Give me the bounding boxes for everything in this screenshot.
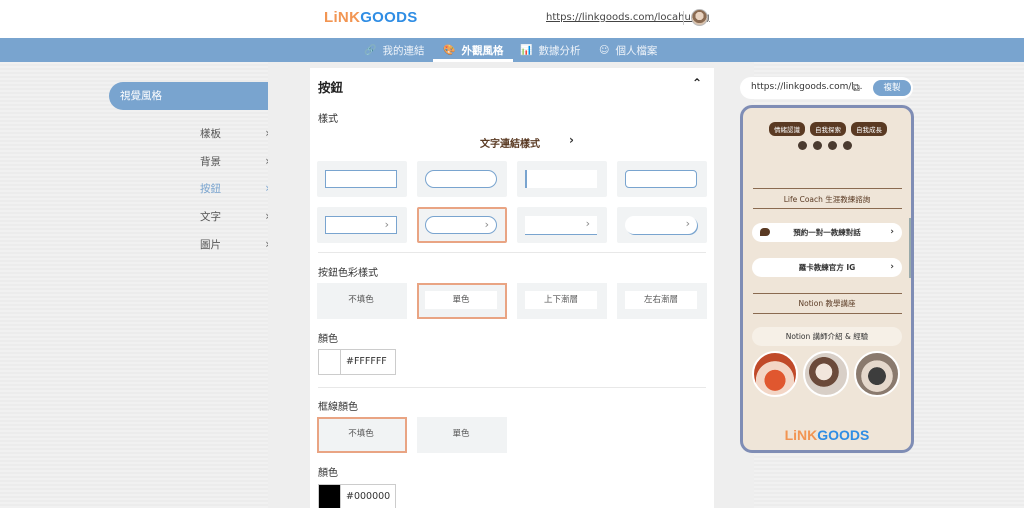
main-nav: 🔗 我的連結 🎨 外觀風格 📊 數據分析 ☺ 個人檔案 <box>0 38 1024 62</box>
text-link-style-option[interactable]: 文字連結樣式 <box>480 135 540 150</box>
chevron-right-icon: › <box>890 227 894 237</box>
top-header: LiNKGOODS https://linkgoods.com/locahuan… <box>0 0 1024 38</box>
sidebar-item-text[interactable]: 文字› <box>200 206 270 226</box>
preview-photo[interactable] <box>803 351 849 397</box>
facebook-icon[interactable] <box>798 141 807 150</box>
social-icons <box>798 141 852 150</box>
border-color-label: 框線顏色 <box>318 402 358 413</box>
button-settings-panel: 按鈕 ⌃ 樣式 文字連結樣式 › › › › › 按鈕色彩樣式 不填色 單色 上… <box>310 68 714 508</box>
preview-photo[interactable] <box>854 351 900 397</box>
sidebar-item-template[interactable]: 樣板› <box>200 123 270 143</box>
color-swatch[interactable] <box>319 485 341 508</box>
linkgoods-logo[interactable]: LiNKGOODS <box>324 9 418 26</box>
button-shape-pill[interactable] <box>417 161 507 197</box>
style-label: 樣式 <box>318 114 338 125</box>
tag[interactable]: 情緒認識 <box>769 122 805 136</box>
phone-preview: 情緒認識 自我探索 自我成長 Life Coach 生涯教練諮詢 預約一對一教練… <box>740 105 914 453</box>
user-profile-url[interactable]: https://linkgoods.com/locahuang <box>546 12 710 23</box>
button-shape-rounded[interactable] <box>617 161 707 197</box>
shape-preview: › <box>625 216 697 234</box>
button-shape-pill-arrow[interactable]: › <box>417 207 507 243</box>
button-shape-pill-shadow-arrow[interactable]: › <box>617 207 707 243</box>
chevron-right-icon: › <box>384 218 389 231</box>
sidebar-item-image[interactable]: 圖片› <box>200 234 270 254</box>
color-style-vertical-gradient[interactable]: 上下漸層 <box>517 283 607 319</box>
button-shape-shadow-arrow[interactable]: › <box>517 207 607 243</box>
sidebar-item-background[interactable]: 背景› <box>200 151 270 171</box>
chat-bubble-icon <box>760 228 770 236</box>
shape-preview: › <box>425 216 497 234</box>
color-swatch[interactable] <box>319 350 341 374</box>
border-color-sublabel: 顏色 <box>318 468 338 479</box>
preview-url[interactable]: https://linkgoods.com/l... <box>751 82 863 92</box>
section-divider <box>318 387 706 388</box>
color-style-none[interactable]: 不填色 <box>317 283 407 319</box>
chevron-right-icon: › <box>484 218 489 231</box>
color-hex-value[interactable]: #FFFFFF <box>346 356 387 367</box>
shape-preview <box>425 170 497 188</box>
shape-preview <box>625 170 697 188</box>
preview-link-button[interactable]: 羅卡教練官方 IG › <box>752 258 902 277</box>
external-link-icon[interactable]: ⧉ <box>852 81 860 95</box>
section-line <box>753 188 902 189</box>
section-line <box>753 313 902 314</box>
tab-profile[interactable]: ☺ 個人檔案 <box>599 38 657 62</box>
color-style-horizontal-gradient[interactable]: 左右漸層 <box>617 283 707 319</box>
preview-scrollbar[interactable] <box>909 218 911 278</box>
section-divider <box>318 252 706 253</box>
button-shape-rect[interactable] <box>317 161 407 197</box>
chevron-right-icon: › <box>585 217 590 230</box>
social-icon[interactable] <box>828 141 837 150</box>
section-line <box>753 208 902 209</box>
chevron-right-icon: › <box>685 217 690 230</box>
header-divider <box>683 11 684 25</box>
color-style-label: 按鈕色彩樣式 <box>318 268 378 279</box>
tab-analytics[interactable]: 📊 數據分析 <box>520 38 580 62</box>
border-color-field[interactable]: #000000 <box>318 484 396 508</box>
collapse-caret-icon[interactable]: ⌃ <box>692 76 702 90</box>
shape-preview <box>525 170 597 188</box>
chevron-right-icon[interactable]: › <box>569 133 574 147</box>
tag[interactable]: 自我探索 <box>810 122 846 136</box>
shape-preview: › <box>325 216 397 234</box>
preview-logo: LiNKGOODS <box>784 427 870 443</box>
shape-preview <box>325 170 397 188</box>
section-title: Notion 教學講座 <box>798 299 856 308</box>
email-icon[interactable] <box>843 141 852 150</box>
section-line <box>753 293 902 294</box>
color-label: 顏色 <box>318 334 338 345</box>
sidebar: 視覺風格 樣板› 背景› 按鈕› 文字› 圖片› <box>0 62 283 508</box>
user-icon: ☺ <box>599 44 610 56</box>
link-icon: 🔗 <box>364 44 377 56</box>
sidebar-item-button[interactable]: 按鈕› <box>200 178 270 198</box>
button-color-field[interactable]: #FFFFFF <box>318 349 396 375</box>
tab-appearance[interactable]: 🎨 外觀風格 <box>432 38 514 62</box>
chevron-right-icon: › <box>890 262 894 272</box>
sidebar-item-visual-style[interactable]: 視覺風格 <box>109 82 283 110</box>
bar-chart-icon: 📊 <box>520 44 533 56</box>
tag-list: 情緒認識 自我探索 自我成長 <box>769 122 887 136</box>
preview-photo[interactable] <box>752 351 798 397</box>
preview-url-bar: https://linkgoods.com/l... ⧉ 複製 <box>740 77 913 99</box>
palette-icon: 🎨 <box>443 44 456 56</box>
panel-title: 按鈕 <box>318 80 344 95</box>
copy-button[interactable]: 複製 <box>873 80 911 96</box>
button-shape-rect-arrow[interactable]: › <box>317 207 407 243</box>
border-style-none[interactable]: 不填色 <box>317 417 407 453</box>
button-shape-left-bar[interactable] <box>517 161 607 197</box>
tab-my-links[interactable]: 🔗 我的連結 <box>364 38 424 62</box>
shape-preview: › <box>525 216 597 234</box>
section-title: Life Coach 生涯教練諮詢 <box>783 195 871 204</box>
preview-link-button[interactable]: 預約一對一教練對話 › <box>752 223 902 242</box>
tag[interactable]: 自我成長 <box>851 122 887 136</box>
color-hex-value[interactable]: #000000 <box>346 491 390 502</box>
avatar[interactable] <box>691 9 708 26</box>
preview-link-button[interactable]: Notion 講師介紹 & 經驗 <box>752 327 902 346</box>
instagram-icon[interactable] <box>813 141 822 150</box>
border-style-solid[interactable]: 單色 <box>417 417 507 453</box>
color-style-solid[interactable]: 單色 <box>417 283 507 319</box>
